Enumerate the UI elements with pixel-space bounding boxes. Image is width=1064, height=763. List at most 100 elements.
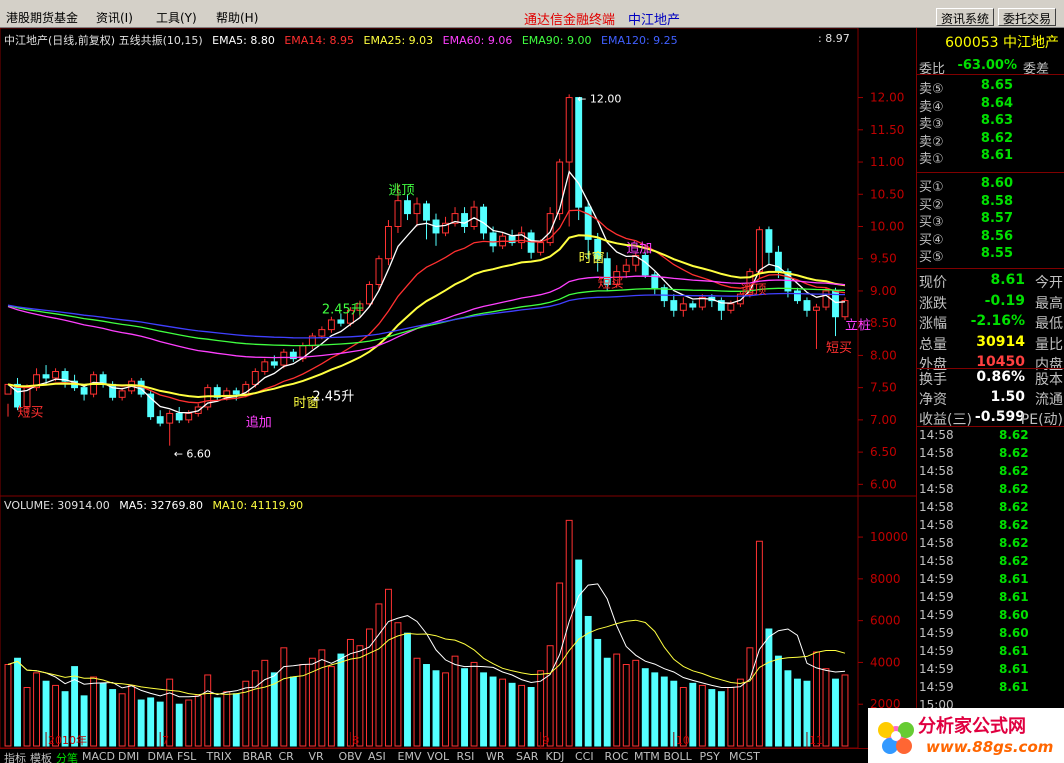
price-tick-label: 9.50 [870, 252, 897, 266]
indicator-tab-模板[interactable]: 模板 [30, 750, 52, 763]
app-title: 通达信金融终端 [524, 13, 616, 28]
volume-tick-label: 10000 [870, 530, 908, 544]
indicator-tab-vol[interactable]: VOL [427, 750, 449, 763]
tick-price: 8.62 [999, 464, 1029, 478]
indicator-tab-指标[interactable]: 指标 [4, 750, 26, 763]
quote-divider [917, 426, 1064, 427]
volume-bar-down [508, 682, 516, 747]
candle-up [565, 97, 573, 163]
volume-bar-up [813, 651, 820, 747]
buy-row[interactable]: 买④ 8.56 [917, 228, 1064, 248]
watermark-title: 分析家公式网 [918, 716, 1026, 737]
indicator-tab-vr[interactable]: VR [309, 750, 324, 763]
indicator-tab-trix[interactable]: TRIX [207, 750, 232, 763]
indicator-tab-mtm[interactable]: MTM [634, 750, 660, 763]
indicator-tab-boll[interactable]: BOLL [664, 750, 692, 763]
sell-row[interactable]: 卖① 8.61 [917, 148, 1064, 167]
volume-bar-up [327, 666, 335, 747]
volume-bar-up [204, 674, 212, 747]
sell-row[interactable]: 卖④ 8.64 [917, 96, 1064, 115]
indicator-tab-asi[interactable]: ASI [368, 750, 386, 763]
volume-bar-down [784, 670, 792, 747]
volume-bar-down [423, 664, 430, 747]
price-tick-label: 8.00 [870, 348, 897, 362]
indicator-tab-cci[interactable]: CCI [575, 750, 594, 763]
info-system-button[interactable]: 资讯系统 [936, 8, 995, 26]
candle-up [185, 412, 193, 421]
menu-info[interactable]: 资讯(I) [96, 9, 133, 26]
sell-row[interactable]: 卖③ 8.63 [917, 113, 1064, 132]
volume-bar-down [432, 670, 440, 747]
candle-up [166, 412, 174, 424]
sell-row[interactable]: 卖⑤ 8.65 [917, 78, 1064, 97]
indicator-tab-cr[interactable]: CR [279, 750, 294, 763]
chart-area[interactable]: 12.00 11.50 11.00 10.50 10.00 9.50 9.00 8.50 8.0… [0, 28, 916, 763]
volume-bar-down [175, 703, 183, 747]
watermark: 分析家公式网 www.88gs.com [868, 708, 1064, 763]
stat-value: 30914 [976, 333, 1025, 350]
tick-row: 14:58 8.62 [917, 500, 1064, 518]
buy-row[interactable]: 买⑤ 8.55 [917, 246, 1064, 265]
volume-bar-up [185, 699, 193, 747]
indicator-tab-emv[interactable]: EMV [398, 750, 422, 763]
stat-label: 涨幅 [919, 316, 947, 332]
candle-up [755, 229, 763, 273]
stat-label-2: 最低 [1035, 316, 1063, 332]
candle-up [385, 225, 392, 260]
signal-label: 2.45升 [312, 390, 354, 405]
buy-price: 8.56 [980, 228, 1013, 244]
indicator-tab-macd[interactable]: MACD [82, 750, 115, 763]
stat-row: 涨幅 -2.16% 最低 [917, 313, 1064, 332]
indicator-tab-psy[interactable]: PSY [700, 750, 720, 763]
candle-down [575, 97, 583, 208]
menu-hk-futures[interactable]: 港股期货基金 [6, 9, 78, 26]
volume-bar-down [527, 687, 535, 747]
tick-price: 8.60 [999, 626, 1029, 640]
volume-bar-up [499, 678, 507, 747]
indicator-tab-rsi[interactable]: RSI [457, 750, 475, 763]
stat-value: -2.16% [970, 313, 1025, 329]
tick-time: 14:58 [919, 428, 954, 442]
candle-down [803, 300, 811, 311]
stat-row: 现价 8.61 今开 [917, 272, 1064, 291]
sell-price: 8.65 [980, 78, 1013, 93]
buy-row[interactable]: 买② 8.58 [917, 194, 1064, 213]
stat-label: 总量 [919, 336, 947, 353]
indicator-tab-kdj[interactable]: KDJ [546, 750, 565, 763]
tick-row: 14:58 8.62 [917, 464, 1064, 482]
volume-tick-label: 8000 [870, 572, 901, 586]
trade-button[interactable]: 委托交易 [998, 8, 1057, 26]
stat2-label-2: 流通 [1035, 392, 1063, 408]
indicator-tab-分笔[interactable]: 分笔 [56, 750, 78, 763]
indicator-tab-dma[interactable]: DMA [148, 750, 174, 763]
price-tick-label: 11.00 [870, 155, 904, 169]
menu-tools[interactable]: 工具(Y) [156, 9, 197, 26]
high-label: ← 12.00 [577, 92, 621, 105]
indicator-tab-dmi[interactable]: DMI [118, 750, 139, 763]
candle-up [327, 319, 335, 331]
stat-label-2: 量比 [1035, 336, 1063, 353]
menu-help[interactable]: 帮助(H) [216, 9, 258, 26]
buy-row[interactable]: 买③ 8.57 [917, 211, 1064, 230]
kline-chart[interactable]: 12.00 11.50 11.00 10.50 10.00 9.50 9.00 8.50 8.0… [0, 28, 916, 763]
buy-price: 8.55 [980, 246, 1013, 262]
candle-down [489, 232, 497, 247]
tick-time: 14:59 [919, 662, 954, 676]
indicator-tab-obv[interactable]: OBV [339, 750, 362, 763]
candle-down [670, 300, 678, 311]
indicator-tab-fsl[interactable]: FSL [177, 750, 196, 763]
buy-row[interactable]: 买① 8.60 [917, 176, 1064, 195]
indicator-tab-wr[interactable]: WR [486, 750, 505, 763]
volume-bar-up [518, 684, 526, 747]
indicator-tab-brar[interactable]: BRAR [243, 750, 273, 763]
sell-row[interactable]: 卖② 8.62 [917, 131, 1064, 150]
indicator-tab-mcst[interactable]: MCST [729, 750, 760, 763]
candle-up [813, 306, 820, 311]
indicator-tab-sar[interactable]: SAR [516, 750, 538, 763]
volume-bar-up [546, 645, 554, 747]
candle-down [175, 412, 183, 421]
tick-price: 8.61 [999, 572, 1029, 586]
volume-bar-up [736, 678, 744, 747]
indicator-tab-roc[interactable]: ROC [605, 750, 629, 763]
sell-price: 8.63 [980, 113, 1013, 129]
